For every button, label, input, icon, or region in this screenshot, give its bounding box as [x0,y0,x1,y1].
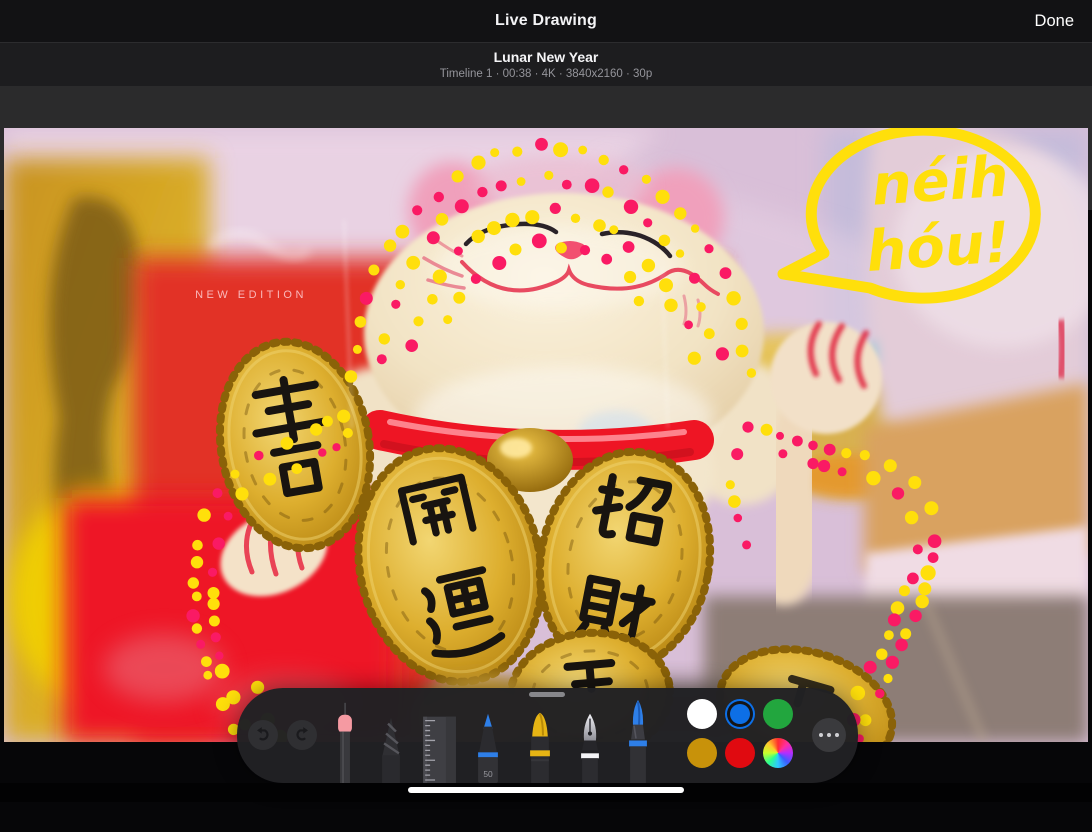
bubble-text-line2: hóu! [864,210,1012,285]
redo-icon [292,725,312,745]
tool-pen[interactable]: 50 [464,688,512,783]
color-swatch-green[interactable] [763,699,793,729]
color-swatch-blue[interactable] [725,699,755,729]
project-info-bar: Lunar New Year Timeline 1 · 00:38 · 4K ·… [0,43,1092,86]
more-dot [819,733,824,738]
tool-fountain-pen[interactable] [566,688,614,783]
color-swatch-gold[interactable] [687,738,717,768]
title-bar: Live Drawing Done [0,0,1092,43]
color-swatch-red[interactable] [725,738,755,768]
project-subtitle: Timeline 1 · 00:38 · 4K · 3840x2160 · 30… [0,68,1092,80]
color-swatch-spectrum[interactable] [763,738,793,768]
live-drawing-screen: { "header": { "title": "Live Drawing", "… [0,0,1092,802]
speech-bubble: néih hóu! [783,130,1035,298]
more-dot [827,733,832,738]
tool-eraser[interactable] [321,688,369,783]
redo-button[interactable] [287,720,317,750]
page-title: Live Drawing [0,12,1092,30]
more-options-button[interactable] [812,718,846,752]
tool-crayon[interactable] [516,688,564,783]
dotted-halo-strokes [186,138,941,742]
undo-icon [253,725,273,745]
tool-pencil[interactable] [367,688,415,783]
drawing-toolbar: 50 [237,688,858,783]
bottom-bar [0,783,1092,802]
bubble-text-line1: néih [870,144,1011,218]
project-title: Lunar New Year [0,49,1092,65]
tool-paintbrush-selected[interactable] [614,688,662,783]
undo-button[interactable] [248,720,278,750]
ink-overlay: néih hóu! [4,128,1088,742]
home-indicator[interactable] [408,787,684,793]
drawing-canvas[interactable]: NEW EDITION [4,128,1088,742]
more-dot [835,733,840,738]
done-button[interactable]: Done [1035,12,1074,31]
color-swatch-white[interactable] [687,699,717,729]
pen-size-label: 50 [483,769,493,779]
tool-ruler[interactable] [416,688,464,783]
